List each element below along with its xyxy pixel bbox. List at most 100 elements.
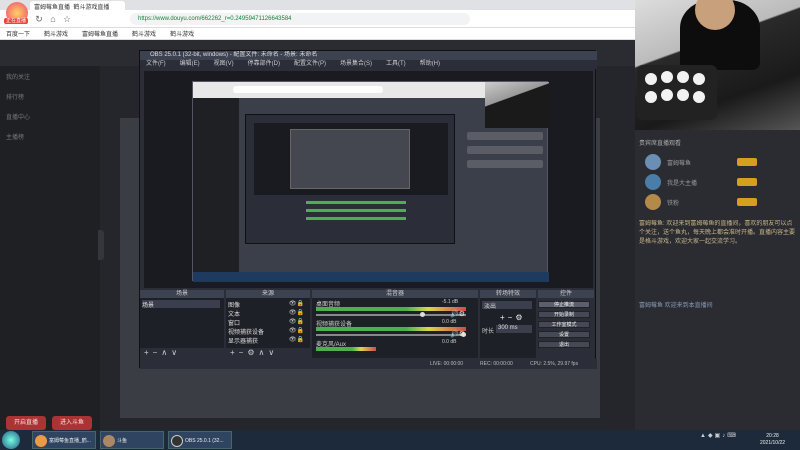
taskbar-item[interactable]: OBS 25.0.1 (32... [168, 431, 232, 449]
sidebar-button[interactable]: 进入斗鱼 [52, 416, 92, 430]
browser-tab-bar: 富姆莓鱼直播_鹤斗游戏直播 [0, 0, 635, 10]
transitions-panel: 淡出 +−⚙ 时长 300 ms [480, 298, 536, 358]
transition-select[interactable]: 淡出 [482, 301, 532, 310]
controls-header: 控件 [538, 290, 594, 298]
visibility-icon: 👁🔒 [288, 319, 304, 325]
obs-menu-bar: 文件(F) 编辑(E) 视图(V) 停靠部件(D) 配置文件(P) 场景集合(S… [140, 60, 597, 69]
reload-icon[interactable]: ↻ [34, 14, 44, 24]
menu-item[interactable]: 工具(T) [386, 60, 406, 69]
volume-meter [316, 307, 466, 311]
visibility-icon: 👁🔒 [288, 310, 304, 316]
sidebar-collapse-handle[interactable] [98, 230, 104, 260]
user-name: 我是大主播 [667, 181, 698, 187]
panel-title: 贵宾席直播观看 [639, 141, 682, 147]
stop-streaming-button[interactable]: 停止推流 [538, 301, 590, 308]
windows-taskbar: 富姆莓鱼直播_鹤... 斗鱼 OBS 25.0.1 (32... ▲◆▣♪⌨ 2… [0, 430, 800, 450]
right-panel: 贵宾席直播观看 富姆莓鱼 我是大主播 铁粉 富姆莓鱼: 欢迎来到富姆莓鱼的直播间… [635, 130, 800, 430]
source-item[interactable]: 窗口 👁🔒 [228, 318, 306, 327]
slider-knob[interactable] [420, 312, 425, 317]
live-time: LIVE: 00:00:00 [430, 361, 464, 367]
sidebar-item[interactable]: 我的关注 [6, 72, 96, 82]
menu-item[interactable]: 文件(F) [146, 60, 166, 69]
menu-item[interactable]: 帮助(H) [420, 60, 440, 69]
bookmark-item[interactable]: 鹤斗游戏 [132, 29, 156, 38]
clock[interactable]: 20:28 2021/10/22 [760, 433, 785, 447]
user-name: 富姆莓鱼 [667, 161, 692, 167]
start-button-icon[interactable] [2, 431, 20, 449]
source-item[interactable]: 图像 👁🔒 [228, 300, 306, 309]
webcam-overlay [635, 0, 800, 130]
source-item[interactable]: 显示器捕获 👁🔒 [228, 336, 306, 345]
menu-item[interactable]: 配置文件(P) [294, 60, 326, 69]
duration-label: 时长 [482, 329, 495, 335]
browser-tab[interactable]: 富姆莓鱼直播_鹤斗游戏直播 [30, 1, 125, 10]
preview-screen [192, 81, 549, 282]
preview-row [467, 160, 543, 168]
user-row[interactable]: 铁粉 [645, 194, 795, 212]
speaker-icon[interactable]: 🔊⚙ [450, 330, 465, 338]
bookmark-item[interactable]: 鹤斗游戏 [170, 29, 194, 38]
source-item[interactable]: 视频捕获设备 👁🔒 [228, 327, 306, 336]
volume-slider[interactable] [316, 332, 466, 337]
bookmarks-bar: 百度一下 鹤斗游戏 富姆莓鱼直播 鹤斗游戏 鹤斗游戏 [0, 28, 635, 40]
bookmark-item[interactable]: 百度一下 [6, 29, 30, 38]
sidebar-item[interactable]: 排行榜 [6, 92, 96, 102]
preview-meter [306, 217, 406, 220]
sources-toolbar[interactable]: +−⚙∧∨ [226, 348, 310, 358]
chat-footer: 富姆莓鱼 欢迎来到本直播间 [639, 303, 713, 309]
visibility-icon: 👁🔒 [288, 301, 304, 307]
menu-item[interactable]: 视图(V) [214, 60, 234, 69]
preview-meter [306, 209, 406, 212]
menu-item[interactable]: 编辑(E) [180, 60, 200, 69]
user-row[interactable]: 富姆莓鱼 [645, 154, 795, 172]
address-bar[interactable]: https://www.douyu.com/662262_r=0.2495947… [130, 13, 470, 25]
bookmark-item[interactable]: 富姆莓鱼直播 [82, 29, 118, 38]
scenes-toolbar[interactable]: +−∧∨ [140, 348, 224, 358]
exit-button[interactable]: 退出 [538, 341, 590, 348]
star-icon[interactable]: ☆ [62, 14, 72, 24]
preview-webcam [485, 82, 549, 128]
scene-item[interactable]: 场景 [142, 300, 220, 309]
obs-window: OBS 25.0.1 (32-bit, windows) - 配置文件: 未命名… [139, 50, 597, 369]
taskbar-item[interactable]: 斗鱼 [100, 431, 164, 449]
preview-obs-canvas [254, 123, 448, 195]
user-row[interactable]: 我是大主播 [645, 174, 795, 192]
badge-icon [737, 158, 757, 166]
obs-title-bar: OBS 25.0.1 (32-bit, windows) - 配置文件: 未命名… [140, 51, 597, 60]
scenes-list: 场景 [140, 298, 224, 348]
obs-preview[interactable] [144, 71, 593, 288]
sidebar-item[interactable]: 主播榜 [6, 132, 96, 142]
browser-toolbar: ‹ › ↻ ⌂ ☆ https://www.douyu.com/662262_r… [0, 10, 635, 28]
home-icon[interactable]: ⌂ [48, 14, 58, 24]
sources-header: 来源 [226, 290, 310, 298]
clock-time: 20:28 [766, 433, 779, 439]
system-tray[interactable]: ▲◆▣♪⌨ [700, 432, 750, 446]
avatar [645, 154, 661, 170]
avatar [645, 174, 661, 190]
duration-input[interactable]: 300 ms [496, 325, 532, 333]
menu-item[interactable]: 停靠部件(D) [248, 60, 280, 69]
volume-slider[interactable] [316, 312, 466, 317]
speaker-icon[interactable]: 🔊⚙ [450, 310, 465, 318]
sidebar-item[interactable]: 直播中心 [6, 112, 96, 122]
studio-mode-button[interactable]: 工作室模式 [538, 321, 590, 328]
source-item[interactable]: 文本 👁🔒 [228, 309, 306, 318]
volume-meter [316, 327, 466, 331]
badge-icon [737, 198, 757, 206]
browser-icon [35, 435, 47, 447]
audio-mixer: 桌面音频 -5.1 dB 🔊⚙ 视频捕获设备 0.0 dB 🔊⚙ 麦克风/Aux… [312, 298, 478, 358]
preview-address [233, 86, 383, 93]
sources-list: 图像 👁🔒 文本 👁🔒 窗口 👁🔒 视频捕获设备 👁🔒 显示器捕获 👁🔒 [226, 298, 310, 348]
start-recording-button[interactable]: 开始录制 [538, 311, 590, 318]
arcade-stick [637, 65, 717, 120]
transition-add-remove[interactable]: +−⚙ [500, 313, 526, 322]
bookmark-item[interactable]: 鹤斗游戏 [44, 29, 68, 38]
volume-meter [316, 347, 376, 351]
preview-row [467, 146, 543, 154]
settings-button[interactable]: 设置 [538, 331, 590, 338]
transitions-header: 转场特效 [480, 290, 536, 298]
menu-item[interactable]: 场景集合(S) [340, 60, 372, 69]
sidebar-button[interactable]: 开启直播 [6, 416, 46, 430]
taskbar-item[interactable]: 富姆莓鱼直播_鹤... [32, 431, 96, 449]
obs-status-bar: LIVE: 00:00:00 REC: 00:00:00 CPU: 2.5%, … [140, 359, 597, 369]
